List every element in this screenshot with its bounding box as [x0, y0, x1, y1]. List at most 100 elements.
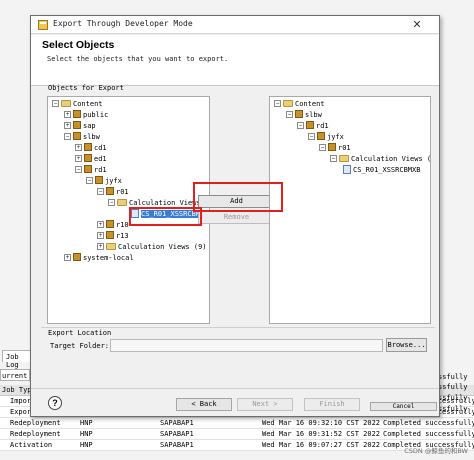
- tree-node-cs-r01-xssrcbmxb[interactable]: CS_R01_XSSRCBMXB: [343, 164, 420, 176]
- tree-node-calculation-views-9[interactable]: + Calculation Views (9): [97, 242, 207, 253]
- tree-node-label: Content: [295, 100, 325, 108]
- collapse-icon[interactable]: −: [297, 121, 304, 129]
- target-folder-field[interactable]: [110, 339, 383, 352]
- package-icon: [328, 143, 336, 151]
- expand-icon[interactable]: +: [75, 154, 82, 162]
- collapse-icon[interactable]: −: [308, 132, 315, 140]
- page-description: Select the objects that you want to expo…: [47, 55, 229, 63]
- cancel-button[interactable]: Cancel: [370, 402, 437, 411]
- expand-icon[interactable]: +: [64, 110, 71, 118]
- tree-node-r13[interactable]: + r13: [97, 231, 129, 242]
- tree-node-label: system-local: [83, 254, 134, 262]
- collapse-icon[interactable]: −: [64, 132, 71, 140]
- annotation-box-selected-item: [129, 207, 202, 226]
- help-icon[interactable]: ?: [48, 396, 62, 410]
- annotation-box-add: [193, 182, 283, 212]
- collapse-icon[interactable]: −: [97, 187, 104, 195]
- tree-node-ed1[interactable]: + ed1: [75, 154, 107, 165]
- collapse-icon[interactable]: −: [86, 176, 93, 184]
- collapse-icon[interactable]: −: [274, 99, 281, 107]
- watermark: CSDN @鲸鱼的和BW: [404, 447, 468, 455]
- page-title: Select Objects: [42, 39, 115, 51]
- tree-node-label: r01: [338, 144, 351, 152]
- expand-icon[interactable]: +: [75, 143, 82, 151]
- remove-button[interactable]: Remove: [198, 211, 275, 224]
- expand-icon[interactable]: +: [97, 231, 104, 239]
- collapse-icon[interactable]: −: [286, 110, 293, 118]
- table-row[interactable]: Redeployment HNP SAPABAP1 Wed Mar 16 09:…: [0, 429, 474, 440]
- time-cell: Wed Mar 16 09:32:10 CST 2022: [262, 419, 381, 427]
- package-icon: [84, 165, 92, 173]
- package-icon: [306, 121, 314, 129]
- expand-icon[interactable]: +: [97, 242, 104, 250]
- package-icon: [73, 110, 81, 118]
- system-cell: HNP: [80, 419, 93, 427]
- tree-node-label: slbw: [305, 111, 322, 119]
- browse-button[interactable]: Browse...: [386, 338, 427, 352]
- system-cell: HNP: [80, 430, 93, 438]
- collapse-icon[interactable]: −: [108, 198, 115, 206]
- status-text: ssfully: [438, 373, 468, 381]
- tree-node-rd1[interactable]: − rd1: [297, 121, 329, 132]
- close-button[interactable]: ✕: [410, 19, 424, 31]
- calculation-view-icon: [343, 164, 351, 174]
- folder-icon: [106, 242, 116, 250]
- expand-icon[interactable]: +: [64, 253, 71, 261]
- collapse-icon[interactable]: −: [75, 165, 82, 173]
- tree-node-sap[interactable]: + sap: [64, 121, 96, 132]
- tree-node-r01[interactable]: − r01: [319, 143, 351, 154]
- selected-objects-tree[interactable]: − Content − slbw − rd1 − jyfx − r01 − Calculat…: [269, 96, 431, 324]
- job-status-cell: Completed successfully: [383, 430, 474, 438]
- collapse-icon[interactable]: −: [52, 99, 59, 107]
- tree-node-label: jyfx: [105, 177, 122, 185]
- dialog-title: Export Through Developer Mode: [53, 19, 193, 28]
- table-row[interactable]: Redeployment HNP SAPABAP1 Wed Mar 16 09:…: [0, 418, 474, 429]
- job-status-cell: Completed successfully: [383, 419, 474, 427]
- folder-icon: [283, 99, 293, 107]
- tree-node-content[interactable]: − Content: [52, 99, 103, 110]
- folder-icon: [339, 154, 349, 162]
- package-icon: [317, 132, 325, 140]
- status-text: ssfully: [438, 405, 468, 413]
- tree-node-jyfx[interactable]: − jyfx: [308, 132, 344, 143]
- tree-node-label: Content: [73, 100, 103, 108]
- expand-icon[interactable]: +: [97, 220, 104, 228]
- tree-node-r01[interactable]: − r01: [97, 187, 129, 198]
- tree-node-label: r10: [116, 221, 129, 229]
- tree-node-slbw[interactable]: − slbw: [64, 132, 100, 143]
- collapse-icon[interactable]: −: [319, 143, 326, 151]
- tree-node-r10[interactable]: + r10: [97, 220, 129, 231]
- tab-current[interactable]: urrent: [0, 369, 30, 381]
- tree-node-system-local[interactable]: + system-local: [64, 253, 134, 264]
- back-button[interactable]: < Back: [176, 398, 232, 411]
- tree-node-label: cd1: [94, 144, 107, 152]
- tree-node-label: rd1: [94, 166, 107, 174]
- tree-node-content[interactable]: − Content: [274, 99, 325, 110]
- tree-node-cd1[interactable]: + cd1: [75, 143, 107, 154]
- table-row[interactable]: Activation HNP SAPABAP1 Wed Mar 16 09:07…: [0, 440, 474, 451]
- package-icon: [84, 143, 92, 151]
- tree-node-jyfx[interactable]: − jyfx: [86, 176, 122, 187]
- tree-node-label: r01: [116, 188, 129, 196]
- job-type-cell: Redeployment: [10, 430, 61, 438]
- tree-node-label: slbw: [83, 133, 100, 141]
- expand-icon[interactable]: +: [64, 121, 71, 129]
- tree-node-label: rd1: [316, 122, 329, 130]
- tree-node-rd1[interactable]: − rd1: [75, 165, 107, 176]
- next-button[interactable]: Next >: [237, 398, 293, 411]
- collapse-icon[interactable]: −: [330, 154, 337, 162]
- tree-node-calculation-views[interactable]: − Calculation Views (: [330, 154, 430, 165]
- job-type-cell: Redeployment: [10, 419, 61, 427]
- user-cell: SAPABAP1: [160, 419, 194, 427]
- tree-node-slbw[interactable]: − slbw: [286, 110, 322, 121]
- finish-button[interactable]: Finish: [304, 398, 360, 411]
- package-icon: [95, 176, 103, 184]
- tree-node-label: Calculation Views (9): [118, 243, 207, 251]
- package-icon: [84, 154, 92, 162]
- export-dialog: Export Through Developer Mode ✕ Select O…: [30, 15, 440, 417]
- tree-node-public[interactable]: + public: [64, 110, 108, 121]
- package-icon: [106, 231, 114, 239]
- tree-node-label: public: [83, 111, 109, 119]
- title-bar[interactable]: Export Through Developer Mode ✕: [31, 16, 439, 34]
- job-type-cell: Activation: [10, 441, 53, 449]
